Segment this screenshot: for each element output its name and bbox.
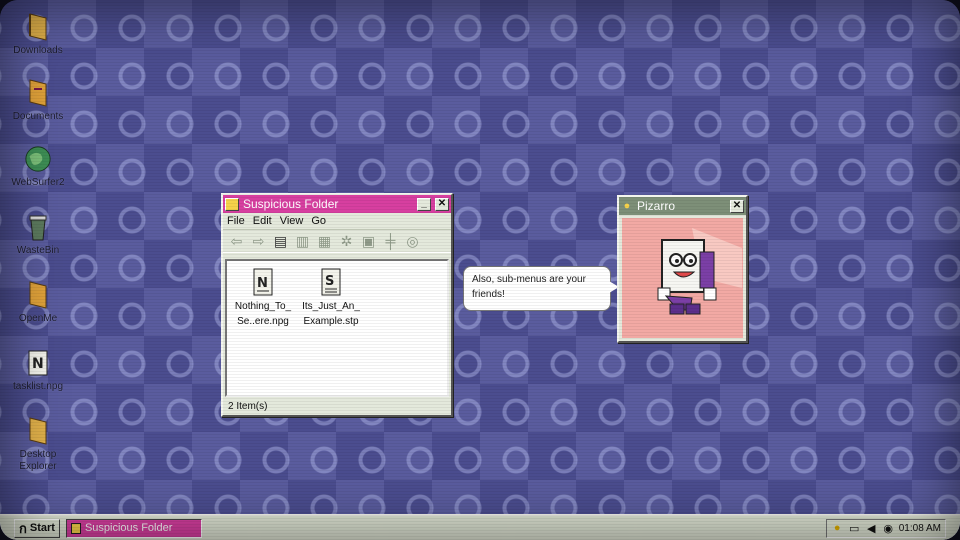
notepad-file-icon: N xyxy=(253,268,273,296)
desktop-icon-downloads[interactable]: Downloads xyxy=(8,12,68,57)
speaker-icon[interactable]: ◀ xyxy=(865,522,878,535)
desktop-icon-wastebin[interactable]: WasteBin xyxy=(8,212,68,257)
window-title: Suspicious Folder xyxy=(243,197,339,211)
explorer-titlebar[interactable]: Suspicious Folder _ ✕ xyxy=(223,195,451,213)
minimize-button[interactable]: _ xyxy=(417,197,431,211)
assistant-message: Also, sub-menus are your friends! xyxy=(472,274,586,300)
folder-icon xyxy=(70,522,81,534)
svg-text:S: S xyxy=(325,274,334,289)
trash-icon xyxy=(29,215,47,241)
menu-edit[interactable]: Edit xyxy=(253,215,272,227)
toolbar: ⇦ ⇨ ▤ ▥ ▦ ✲ ▣ ╪ ◎ xyxy=(223,229,451,253)
svg-text:N: N xyxy=(257,276,268,291)
file-name-line1: Nothing_To_ xyxy=(234,301,292,312)
up-folder-icon[interactable]: ▤ xyxy=(271,232,290,250)
folder-icon xyxy=(29,417,47,445)
close-button[interactable]: ✕ xyxy=(730,199,744,213)
folder-icon xyxy=(29,281,47,309)
assistant-window: ● Pizarro ✕ xyxy=(617,195,748,343)
desktop-icon-desktop-explorer[interactable]: Desktop Explorer xyxy=(8,416,68,473)
file-list: N Nothing_To_ Se..ere.npg S Its_Just_An_… xyxy=(225,259,449,397)
desktop-icon-label: Documents xyxy=(12,111,64,122)
menubar: File Edit View Go xyxy=(223,213,451,229)
desktop-icon-websurfer2[interactable]: WebSurfer2 xyxy=(8,144,68,189)
menu-view[interactable]: View xyxy=(280,215,304,227)
notepad-file-icon: N xyxy=(28,350,48,376)
network-icon[interactable]: ◉ xyxy=(882,522,895,535)
taskbar: ก Start Suspicious Folder ● ▭ ◀ ◉ 01:08 … xyxy=(0,514,960,540)
explorer-window: Suspicious Folder _ ✕ File Edit View Go … xyxy=(221,193,453,417)
desktop-icon-label: WebSurfer2 xyxy=(11,177,65,188)
globe-icon xyxy=(25,146,51,172)
desktop: Downloads Documents WebSurfer2 WasteBin … xyxy=(0,0,960,540)
start-label: Start xyxy=(29,522,55,534)
clock[interactable]: 01:08 AM xyxy=(899,523,941,534)
lightbulb-icon: ● xyxy=(623,200,631,212)
close-button[interactable]: ✕ xyxy=(435,197,449,211)
assistant-title: Pizarro xyxy=(637,199,676,213)
folder-window-icon xyxy=(225,197,239,211)
settings-gear-icon[interactable]: ✲ xyxy=(337,232,356,250)
desktop-icon-label: Downloads xyxy=(13,45,63,56)
forward-arrow-icon[interactable]: ⇨ xyxy=(249,232,268,250)
svg-text:N: N xyxy=(32,356,44,372)
item-count: 2 Item(s) xyxy=(228,401,268,412)
keyboard-icon[interactable]: ▭ xyxy=(848,522,861,535)
cut-icon[interactable]: ▥ xyxy=(293,232,312,250)
menu-go[interactable]: Go xyxy=(311,215,326,227)
file-item[interactable]: S Its_Just_An_ Example.stp xyxy=(299,267,363,329)
start-logo-icon: ก xyxy=(19,520,27,536)
script-file-icon: S xyxy=(321,268,341,296)
back-arrow-icon[interactable]: ⇦ xyxy=(227,232,246,250)
pizarro-character-icon xyxy=(622,218,743,338)
file-name-line2: Se..ere.npg xyxy=(237,316,289,327)
desktop-icon-documents[interactable]: Documents xyxy=(8,78,68,123)
desktop-icon-label: WasteBin xyxy=(16,245,60,256)
assistant-character-view[interactable] xyxy=(622,218,743,338)
desktop-icon-label: tasklist.npg xyxy=(12,381,64,392)
assistant-titlebar[interactable]: ● Pizarro ✕ xyxy=(619,197,746,215)
statusbar: 2 Item(s) xyxy=(225,399,449,415)
align-icon[interactable]: ╪ xyxy=(381,232,400,250)
start-button[interactable]: ก Start xyxy=(14,518,60,538)
folder-icon xyxy=(29,13,47,41)
lightbulb-icon[interactable]: ● xyxy=(831,522,844,535)
desktop-icon-label: Desktop Explorer xyxy=(19,449,57,472)
system-tray: ● ▭ ◀ ◉ 01:08 AM xyxy=(825,518,946,538)
desktop-icon-label: OpenMe xyxy=(18,313,58,324)
folder-icon xyxy=(29,79,47,107)
disk-icon[interactable]: ▣ xyxy=(359,232,378,250)
desktop-icon-openme[interactable]: OpenMe xyxy=(8,280,68,325)
file-item[interactable]: N Nothing_To_ Se..ere.npg xyxy=(231,267,295,329)
desktop-icon-tasklist[interactable]: N tasklist.npg xyxy=(8,348,68,393)
file-name-line1: Its_Just_An_ xyxy=(302,301,360,312)
menu-file[interactable]: File xyxy=(227,215,245,227)
assistant-speech-bubble: Also, sub-menus are your friends! xyxy=(463,266,619,311)
task-label: Suspicious Folder xyxy=(84,522,173,534)
file-name-line2: Example.stp xyxy=(303,316,359,327)
copy-icon[interactable]: ▦ xyxy=(315,232,334,250)
refresh-icon[interactable]: ◎ xyxy=(403,232,422,250)
taskbar-button-suspicious-folder[interactable]: Suspicious Folder xyxy=(65,518,202,538)
